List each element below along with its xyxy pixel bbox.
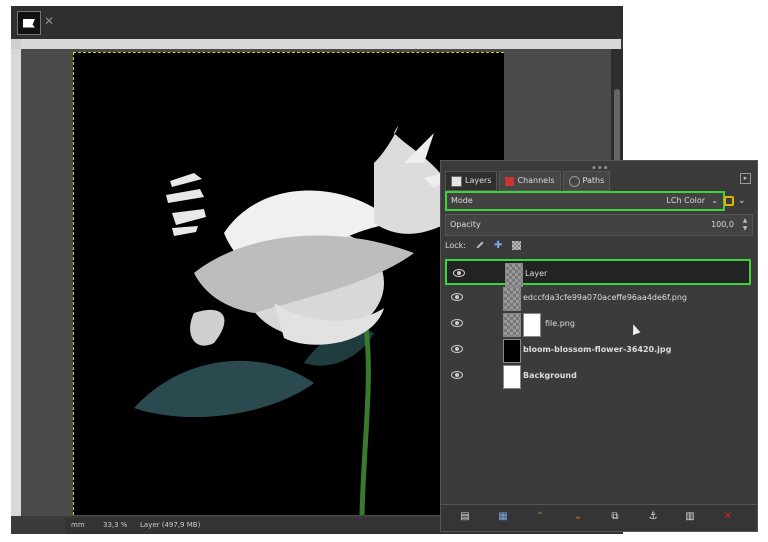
mode-label: Mode: [451, 196, 473, 205]
dock-config-icon[interactable]: ▸: [740, 173, 751, 184]
layer-name: bloom-blossom-flower-36420.jpg: [523, 345, 672, 354]
layer-row[interactable]: Background: [445, 363, 751, 389]
channels-icon: [505, 176, 515, 186]
zoom-selector[interactable]: 33,3 %: [103, 521, 127, 529]
opacity-label: Opacity: [450, 220, 481, 229]
lock-position-icon[interactable]: ✚: [494, 240, 502, 251]
tab-channels[interactable]: Channels: [499, 171, 561, 191]
tab-layers[interactable]: Layers: [445, 171, 498, 191]
visibility-eye-icon[interactable]: [453, 269, 465, 277]
layer-thumbnail: [503, 365, 521, 389]
opacity-spinner[interactable]: ▲ ▼: [740, 217, 750, 233]
image-tab-thumbnail[interactable]: [17, 11, 41, 35]
tab-paths-label: Paths: [582, 176, 605, 185]
ruler-corner[interactable]: [11, 39, 21, 49]
layer-row[interactable]: Layer: [445, 259, 751, 287]
new-layer-icon[interactable]: ▤: [459, 511, 471, 523]
tab-paths[interactable]: Paths: [562, 171, 611, 191]
lock-label: Lock:: [445, 240, 466, 250]
visibility-eye-icon[interactable]: [451, 293, 463, 301]
duplicate-layer-icon[interactable]: ⧉: [609, 511, 621, 523]
status-message: Layer (497,9 MB): [140, 521, 201, 529]
paths-icon: [568, 175, 580, 187]
delete-layer-icon[interactable]: ✕: [722, 511, 734, 523]
visibility-eye-icon[interactable]: [451, 319, 463, 327]
tab-layers-label: Layers: [465, 176, 492, 185]
layer-row[interactable]: edccfda3cfe99a070aceffe96aa4de6f.png: [445, 285, 751, 311]
unit-selector[interactable]: mm: [71, 521, 85, 529]
raise-layer-icon[interactable]: ⌃: [534, 511, 546, 523]
tab-channels-label: Channels: [517, 176, 555, 185]
opacity-value: 100,0: [711, 220, 734, 229]
merge-down-icon[interactable]: ▥: [684, 511, 696, 523]
mode-extra-controls: ⌄: [724, 192, 752, 210]
close-tab-icon[interactable]: ✕: [42, 14, 56, 28]
image-tab-bar: ✕: [11, 6, 623, 39]
visibility-eye-icon[interactable]: [451, 345, 463, 353]
layer-name: file.png: [545, 319, 575, 328]
dock-tabs: Layers Channels Paths: [445, 171, 611, 191]
lock-pixels-icon[interactable]: [476, 241, 484, 249]
layer-list: Layer edccfda3cfe99a070aceffe96aa4de6f.p…: [445, 257, 751, 507]
layer-thumbnail: [503, 339, 521, 363]
layer-row[interactable]: bloom-blossom-flower-36420.jpg: [445, 337, 751, 363]
layers-icon: [451, 175, 462, 187]
chevron-down-icon: ⌄: [711, 196, 718, 205]
mode-dropdown[interactable]: Mode LCh Color ⌄: [445, 191, 725, 211]
layers-dock-toolbar: ▤ ▦ ⌃ ⌄ ⧉ ⚓ ▥ ✕: [441, 504, 757, 531]
mode-value: LCh Color: [666, 196, 705, 205]
layer-mask-thumbnail: [523, 313, 541, 337]
new-group-icon[interactable]: ▦: [497, 511, 509, 523]
lower-layer-icon[interactable]: ⌄: [572, 511, 584, 523]
chevron-down-icon[interactable]: ⌄: [738, 196, 746, 206]
layers-dock: ••• Layers Channels Paths ▸ Mode LCh Col…: [440, 160, 758, 532]
layer-thumbnail: [505, 263, 523, 287]
layer-thumbnail: [503, 313, 521, 337]
layer-row[interactable]: file.png: [445, 311, 751, 337]
lock-row: Lock: ✚: [445, 238, 522, 252]
layer-name: Background: [523, 371, 577, 380]
layer-thumbnail: [503, 287, 521, 311]
layer-name: Layer: [525, 269, 548, 278]
opacity-field[interactable]: Opacity 100,0 ▲ ▼: [445, 214, 753, 236]
lock-alpha-icon[interactable]: [512, 240, 522, 250]
visibility-eye-icon[interactable]: [451, 371, 463, 379]
layer-name: edccfda3cfe99a070aceffe96aa4de6f.png: [523, 293, 687, 302]
composite-mode-icon[interactable]: [724, 196, 734, 206]
anchor-icon[interactable]: ⚓: [647, 511, 659, 523]
